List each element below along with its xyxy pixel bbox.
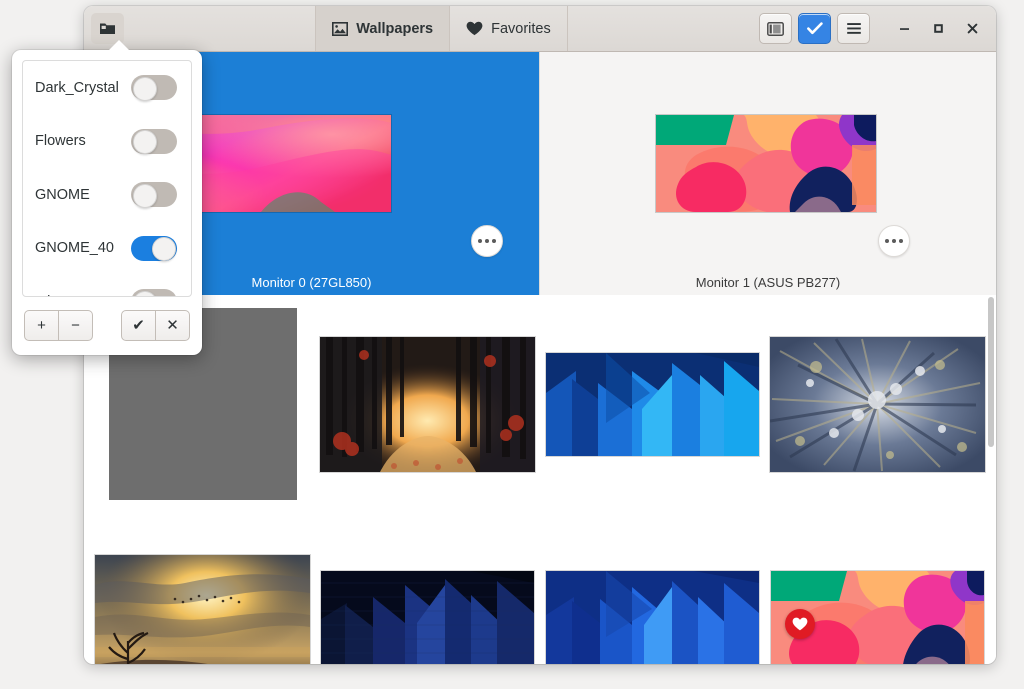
- tab-favorites[interactable]: Favorites: [449, 6, 568, 51]
- wallpaper-manager-window: Wallpapers Favorites: [84, 6, 996, 664]
- monitor-1-wallpaper-preview: [655, 114, 877, 213]
- maximize-icon: [932, 22, 945, 35]
- folder-list[interactable]: Dark_Crystal Flowers GNOME GNOME_40 Misc: [22, 60, 192, 297]
- dot: [478, 239, 482, 243]
- toggle-knob: [133, 77, 157, 101]
- wallpaper-thumbnail[interactable]: [769, 336, 986, 473]
- folder-row-gnome[interactable]: GNOME: [23, 168, 191, 222]
- image-icon: [332, 22, 348, 36]
- thumbnail-image-bright-blue-geometric: [545, 570, 760, 665]
- thumbnail-image-aerial-snow-trees: [769, 336, 986, 473]
- folder-row-misc[interactable]: Misc: [23, 275, 191, 297]
- close-icon: [966, 22, 979, 35]
- heart-icon: [792, 617, 808, 631]
- bright-blue-geometric-art: [546, 571, 759, 665]
- dark-navy-geometric-art: [321, 571, 534, 665]
- monitor-0-options-button[interactable]: [471, 225, 503, 257]
- dot: [885, 239, 889, 243]
- monitor-1-options-button[interactable]: [878, 225, 910, 257]
- hamburger-icon: [846, 22, 862, 35]
- wallpaper-thumbnail[interactable]: [770, 570, 985, 665]
- confirm-cancel-group: ✔ ✕: [121, 310, 190, 341]
- vertical-scrollbar[interactable]: [988, 297, 994, 447]
- toggle-knob: [133, 130, 157, 154]
- dot: [485, 239, 489, 243]
- folder-icon: [99, 21, 116, 36]
- apply-button[interactable]: [798, 13, 831, 44]
- aerial-snow-trees-art: [770, 337, 985, 472]
- check-icon: [807, 22, 823, 35]
- wallpaper-thumbnail[interactable]: [545, 352, 760, 457]
- thumbnail-image-autumn-forest: [319, 336, 536, 473]
- favorite-badge[interactable]: [785, 609, 815, 639]
- tab-favorites-label: Favorites: [491, 21, 551, 37]
- minimize-icon: [898, 22, 911, 35]
- main-menu-button[interactable]: [837, 13, 870, 44]
- dot: [899, 239, 903, 243]
- golden-sunset-tree-art: [95, 555, 310, 665]
- add-remove-group: + −: [24, 310, 93, 341]
- folder-toggle-dark-crystal[interactable]: [131, 75, 177, 100]
- autumn-forest-art: [320, 337, 535, 472]
- folder-name: Misc: [35, 294, 65, 297]
- maximize-button[interactable]: [924, 15, 952, 43]
- blue-geometric-art: [546, 353, 759, 456]
- wallpaper-grid: [84, 295, 996, 664]
- close-button[interactable]: [958, 15, 986, 43]
- heart-icon: [466, 21, 483, 36]
- thumbnail-image-dark-navy-geometric: [320, 570, 535, 665]
- folder-name: Dark_Crystal: [35, 80, 119, 96]
- header-right-section: [568, 13, 996, 44]
- monitor-0-label: Monitor 0 (27GL850): [252, 275, 372, 290]
- sidebar-toggle-button[interactable]: [759, 13, 792, 44]
- dot: [492, 239, 496, 243]
- add-folder-button[interactable]: +: [24, 310, 59, 341]
- dot: [892, 239, 896, 243]
- wallpaper-thumbnail[interactable]: [320, 570, 535, 665]
- monitor-pane-1[interactable]: Monitor 1 (ASUS PB277): [539, 52, 996, 295]
- thumbnail-image-blue-geometric: [545, 352, 760, 457]
- remove-folder-button[interactable]: −: [59, 310, 93, 341]
- cancel-folders-button[interactable]: ✕: [156, 310, 190, 341]
- wallpaper-thumbnail[interactable]: [545, 570, 760, 665]
- sidebar-toggle-icon: [767, 22, 784, 36]
- toggle-knob: [133, 291, 157, 297]
- tab-wallpapers-label: Wallpapers: [356, 21, 433, 37]
- monitor-1-label: Monitor 1 (ASUS PB277): [696, 275, 841, 290]
- folder-row-gnome-40[interactable]: GNOME_40: [23, 222, 191, 276]
- folder-toggle-flowers[interactable]: [131, 129, 177, 154]
- thumbnail-image-coral-teal-abstract: [770, 570, 985, 665]
- folder-row-flowers[interactable]: Flowers: [23, 115, 191, 169]
- folder-toggle-misc[interactable]: [131, 289, 177, 297]
- folder-name: GNOME: [35, 187, 90, 203]
- minimize-button[interactable]: [890, 15, 918, 43]
- thumbnail-image-golden-sunset-tree: [94, 554, 311, 665]
- folder-toggle-gnome[interactable]: [131, 182, 177, 207]
- monitor-strip: Monitor 0 (27GL850) Monitor 1 (ASUS PB: [84, 52, 996, 295]
- wallpaper-thumbnail[interactable]: [319, 336, 536, 473]
- view-tabs: Wallpapers Favorites: [315, 6, 567, 51]
- folder-name: GNOME_40: [35, 240, 114, 256]
- wallpaper-grid-scroll-area[interactable]: [84, 295, 996, 664]
- folders-popover: Dark_Crystal Flowers GNOME GNOME_40 Misc…: [12, 50, 202, 355]
- folder-toggle-gnome-40[interactable]: [131, 236, 177, 261]
- toggle-knob: [133, 184, 157, 208]
- wallpaper-thumbnail[interactable]: [94, 554, 311, 665]
- header-bar: Wallpapers Favorites: [84, 6, 996, 52]
- tab-wallpapers[interactable]: Wallpapers: [315, 6, 449, 51]
- apply-folders-button[interactable]: ✔: [121, 310, 156, 341]
- popover-arrow: [108, 40, 130, 51]
- folder-name: Flowers: [35, 133, 86, 149]
- popover-actions: + − ✔ ✕: [12, 301, 202, 355]
- toggle-knob: [152, 237, 176, 261]
- folder-row-dark-crystal[interactable]: Dark_Crystal: [23, 61, 191, 115]
